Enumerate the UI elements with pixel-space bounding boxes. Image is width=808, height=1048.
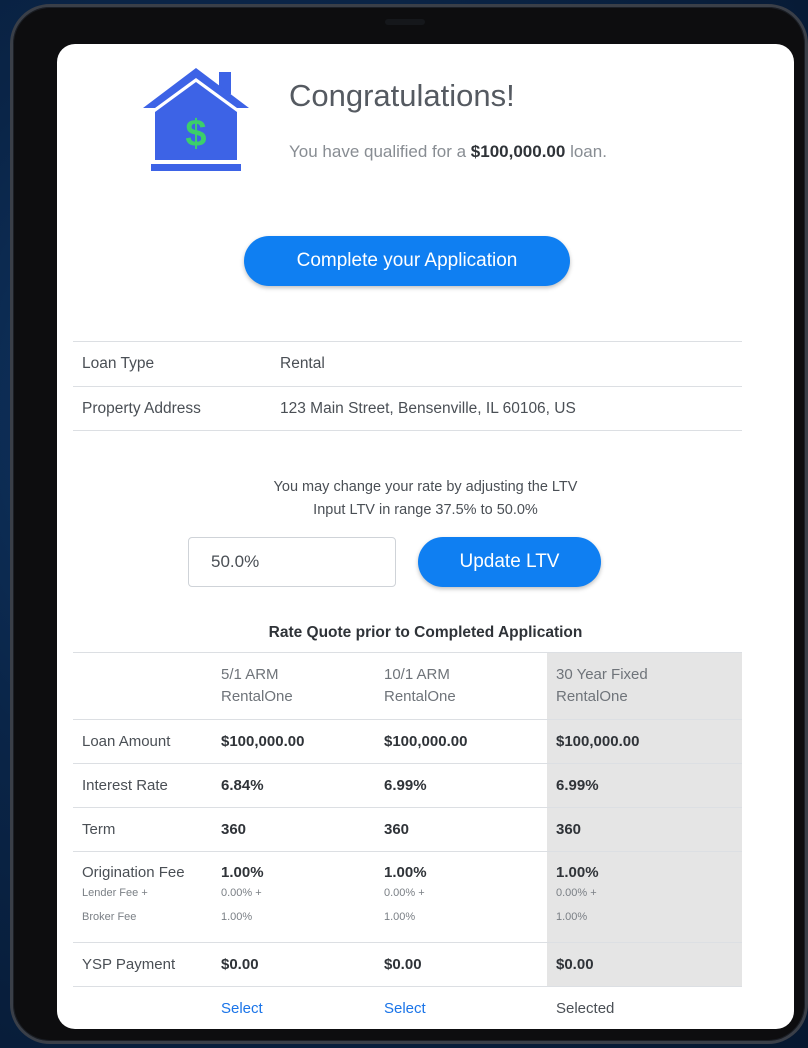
product-header-10-1-arm: 10/1 ARM RentalOne bbox=[375, 652, 547, 720]
cell-value: $0.00 bbox=[547, 942, 742, 987]
select-10-1-arm-link[interactable]: Select bbox=[375, 986, 547, 1029]
row-label-interest-rate: Interest Rate bbox=[73, 763, 212, 808]
cell-value: $100,000.00 bbox=[547, 719, 742, 764]
row-label-ysp-payment: YSP Payment bbox=[73, 942, 212, 987]
product-header-5-1-arm: 5/1 ARM RentalOne bbox=[212, 652, 375, 720]
cell-value: 1.00% 0.00% + 1.00% bbox=[212, 851, 375, 943]
table-row: Interest Rate 6.84% 6.99% 6.99% bbox=[73, 763, 742, 808]
cell-value: $0.00 bbox=[212, 942, 375, 987]
property-address-value: 123 Main Street, Bensenville, IL 60106, … bbox=[280, 399, 576, 417]
select-5-1-arm-link[interactable]: Select bbox=[212, 986, 375, 1029]
rate-quote-title: Rate Quote prior to Completed Applicatio… bbox=[268, 624, 583, 641]
complete-application-button[interactable]: Complete your Application bbox=[244, 236, 570, 286]
property-address-row: Property Address 123 Main Street, Bensen… bbox=[73, 386, 742, 431]
table-header-blank bbox=[73, 652, 212, 720]
hero-section: $ Congratulations! You have qualified fo… bbox=[57, 44, 794, 344]
qualified-amount: $100,000.00 bbox=[470, 142, 566, 161]
cell-value: 360 bbox=[375, 807, 547, 852]
table-row: YSP Payment $0.00 $0.00 $0.00 bbox=[73, 942, 742, 987]
qualified-message: You have qualified for a $100,000.00 loa… bbox=[289, 142, 607, 161]
screen: $ Congratulations! You have qualified fo… bbox=[57, 44, 794, 1029]
loan-type-row: Loan Type Rental bbox=[73, 341, 742, 386]
ltv-input[interactable] bbox=[188, 537, 396, 587]
tablet-frame: $ Congratulations! You have qualified fo… bbox=[10, 4, 808, 1044]
row-label-loan-amount: Loan Amount bbox=[73, 719, 212, 764]
row-label-origination-fee: Origination Fee Lender Fee + Broker Fee bbox=[73, 851, 212, 943]
camera bbox=[385, 19, 425, 25]
table-row-origination-fee: Origination Fee Lender Fee + Broker Fee … bbox=[73, 851, 742, 943]
table-row: Loan Amount $100,000.00 $100,000.00 $100… bbox=[73, 719, 742, 764]
actions-blank bbox=[73, 986, 212, 1029]
page-title: Congratulations! bbox=[289, 78, 515, 113]
update-ltv-button[interactable]: Update LTV bbox=[418, 537, 601, 587]
loan-type-label: Loan Type bbox=[82, 355, 155, 372]
svg-text:$: $ bbox=[185, 113, 206, 155]
loan-type-value: Rental bbox=[280, 355, 325, 372]
cell-value: 360 bbox=[547, 807, 742, 852]
lender-fee-sublabel: Lender Fee + bbox=[82, 887, 148, 899]
house-dollar-icon: $ bbox=[143, 68, 249, 171]
rate-quote-table: 5/1 ARM RentalOne 10/1 ARM RentalOne 30 Ye… bbox=[73, 652, 742, 1029]
property-address-label: Property Address bbox=[82, 399, 201, 417]
table-row: Term 360 360 360 bbox=[73, 807, 742, 852]
ltv-note-line2: Input LTV in range 37.5% to 50.0% bbox=[313, 502, 538, 518]
selected-30-year-fixed-label: Selected bbox=[547, 986, 742, 1029]
cell-value: $100,000.00 bbox=[375, 719, 547, 764]
table-row-actions: Select Select Selected bbox=[73, 986, 742, 1029]
cell-value: 1.00% 0.00% + 1.00% bbox=[375, 851, 547, 943]
table-header-row: 5/1 ARM RentalOne 10/1 ARM RentalOne 30 Ye… bbox=[73, 652, 742, 720]
row-label-term: Term bbox=[73, 807, 212, 852]
cell-value: 1.00% 0.00% + 1.00% bbox=[547, 851, 742, 943]
loan-info-list: Loan Type Rental Property Address 123 Ma… bbox=[73, 341, 742, 431]
cell-value: 6.99% bbox=[547, 763, 742, 808]
cell-value: 6.84% bbox=[212, 763, 375, 808]
cell-value: $100,000.00 bbox=[212, 719, 375, 764]
cell-value: 360 bbox=[212, 807, 375, 852]
cell-value: $0.00 bbox=[375, 942, 547, 987]
ltv-note-line1: You may change your rate by adjusting th… bbox=[273, 479, 578, 495]
product-header-30-year-fixed: 30 Year Fixed RentalOne bbox=[547, 652, 742, 720]
broker-fee-sublabel: Broker Fee bbox=[82, 911, 137, 923]
cell-value: 6.99% bbox=[375, 763, 547, 808]
